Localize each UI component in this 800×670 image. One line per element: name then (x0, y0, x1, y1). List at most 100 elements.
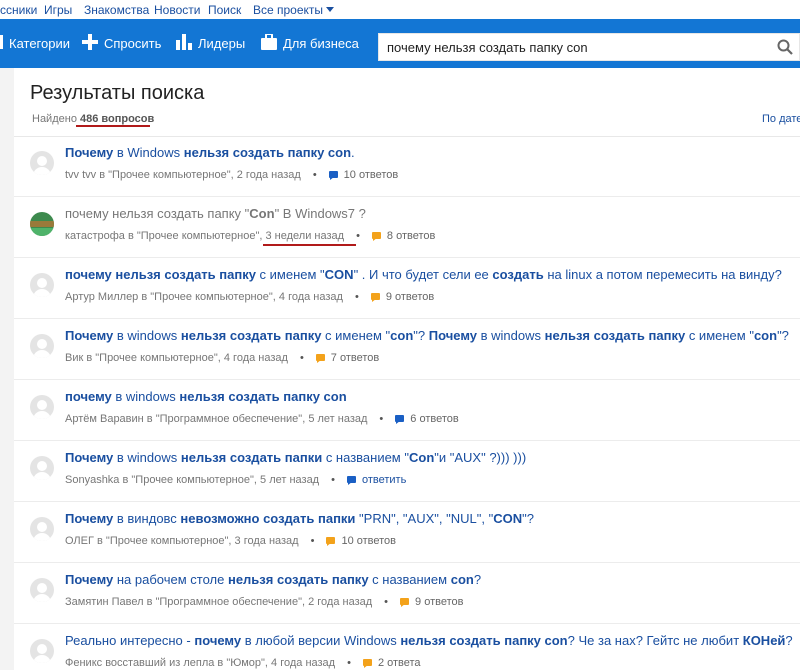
category-label[interactable]: в "Прочее компьютерное", (119, 474, 260, 486)
separator-dot: • (356, 230, 360, 242)
topnav-link-dating[interactable]: Знакомства (84, 3, 149, 17)
result-item: Почему в Windows нельзя создать папку co… (14, 137, 800, 197)
results-count: Найдено 486 вопросов (32, 113, 154, 125)
avatar[interactable] (30, 212, 54, 236)
topnav-link-games[interactable]: Игры (44, 3, 72, 17)
answers-count: 10 ответов (341, 535, 397, 547)
found-prefix: Найдено (32, 113, 77, 125)
question-link[interactable]: почему нельзя создать папку с именем "CO… (65, 267, 782, 282)
avatar[interactable] (30, 578, 54, 602)
question-text: на linux а потом перемесить на винду? (543, 267, 782, 282)
search-icon[interactable] (777, 39, 793, 55)
topnav-link-search[interactable]: Поиск (208, 3, 241, 17)
category-label[interactable]: в "Программное обеспечение", (144, 596, 309, 608)
business-button[interactable]: Для бизнеса (261, 19, 359, 68)
separator-dot: • (331, 474, 335, 486)
question-highlight: КОНей (742, 633, 786, 648)
author-name[interactable]: катастрофа (65, 230, 125, 242)
question-time: 2 года назад (308, 596, 373, 608)
category-label[interactable]: в "Прочее компьютерное", (96, 169, 237, 181)
question-link[interactable]: почему в windows нельзя создать папку co… (65, 389, 347, 404)
comment-bubble-icon (362, 658, 372, 668)
result-item: почему в windows нельзя создать папку co… (14, 381, 800, 441)
separator-dot: • (299, 352, 304, 364)
avatar[interactable] (30, 639, 54, 663)
question-text: "PRN", "AUX", "NUL", " (355, 511, 494, 526)
answers-count: 7 ответов (330, 352, 380, 364)
question-link[interactable]: Почему в виндовс невозможно создать папк… (65, 511, 534, 526)
author-name[interactable]: Sonyashka (65, 474, 119, 486)
ask-button[interactable]: Спросить (82, 19, 161, 68)
question-link[interactable]: почему нельзя создать папку "Con" В Wind… (65, 206, 366, 221)
answers-count: 10 ответов (343, 169, 399, 181)
question-link[interactable]: Почему в Windows нельзя создать папку co… (65, 145, 355, 160)
answers-count: 9 ответов (415, 596, 464, 608)
author-name[interactable]: tvv tvv (65, 169, 96, 181)
author-name[interactable]: ОЛЕГ (65, 535, 94, 547)
question-highlight: Con (249, 206, 275, 221)
search-box (378, 33, 800, 61)
separator-dot: • (379, 413, 384, 425)
author-name[interactable]: Артём Варавин (65, 413, 144, 425)
question-highlight: нельзя создать папку con (183, 145, 352, 160)
category-label[interactable]: в "Программное обеспечение", (144, 413, 309, 425)
question-highlight: невозможно создать папки (180, 511, 356, 526)
topnav-link-classmates[interactable]: ссники (0, 3, 37, 17)
separator-dot: • (312, 169, 317, 181)
avatar[interactable] (30, 517, 54, 541)
answers-count: 8 ответов (386, 230, 436, 242)
answers-count: 9 ответов (385, 291, 435, 303)
avatar[interactable] (30, 334, 54, 358)
separator-dot: • (354, 291, 359, 303)
question-text: с названием " (322, 450, 409, 465)
category-label[interactable]: в "Юмор", (214, 657, 271, 669)
question-text: с именем " (255, 267, 325, 282)
question-link[interactable]: Почему в windows нельзя создать папки с … (65, 450, 526, 465)
author-name[interactable]: Артур Миллер (65, 291, 138, 303)
category-label[interactable]: в "Прочее компьютерное", (138, 291, 279, 303)
question-highlight: Почему (428, 328, 478, 343)
question-highlight: con (450, 572, 474, 587)
leaders-button[interactable]: Лидеры (176, 19, 245, 68)
topnav-link-news[interactable]: Новости (154, 3, 200, 17)
question-link[interactable]: Почему в windows нельзя создать папку с … (65, 328, 789, 343)
question-text: ? (785, 633, 793, 648)
result-item: Реально интересно - почему в любой верси… (14, 625, 800, 670)
sort-by-date-link[interactable]: По дате (762, 113, 800, 125)
question-text: почему нельзя создать папку (65, 206, 242, 221)
question-time: 5 лет назад (260, 474, 320, 486)
question-highlight: нельзя создать папку con (400, 633, 568, 648)
question-meta: Вик в "Прочее компьютерное", 4 года наза… (65, 352, 379, 364)
avatar[interactable] (30, 273, 54, 297)
answer-link[interactable]: ответить (362, 474, 406, 486)
question-time: 3 года назад (234, 535, 299, 547)
comment-bubble-icon (328, 170, 338, 180)
category-label[interactable]: в "Прочее компьютерное", (83, 352, 224, 364)
question-text: в Windows (113, 145, 184, 160)
question-link[interactable]: Почему на рабочем столе нельзя создать п… (65, 572, 481, 587)
category-label[interactable]: в "Прочее компьютерное", (94, 535, 235, 547)
author-name[interactable]: Замятин Павел (65, 596, 144, 608)
question-meta: Артём Варавин в "Программное обеспечение… (65, 413, 459, 425)
author-name[interactable]: Феникс восставший из лепла (65, 657, 214, 669)
avatar[interactable] (30, 395, 54, 419)
question-meta: Артур Миллер в "Прочее компьютерное", 4 … (65, 291, 434, 303)
question-highlight: почему (194, 633, 242, 648)
plus-icon (82, 34, 98, 53)
avatar[interactable] (30, 456, 54, 480)
avatar[interactable] (30, 151, 54, 175)
categories-button[interactable]: Категории (0, 19, 70, 68)
question-link[interactable]: Реально интересно - почему в любой верси… (65, 633, 793, 648)
question-meta: ОЛЕГ в "Прочее компьютерное", 3 года наз… (65, 535, 396, 547)
question-highlight: Почему (65, 572, 114, 587)
question-highlight: нельзя создать папки (180, 450, 323, 465)
question-meta: Замятин Павел в "Программное обеспечение… (65, 596, 463, 608)
category-label[interactable]: в "Прочее компьютерное", (125, 230, 266, 242)
question-text: в любой версии Windows (241, 633, 401, 648)
topnav-all-projects[interactable]: Все проекты (253, 3, 335, 17)
search-input[interactable] (387, 38, 767, 56)
comment-bubble-icon (326, 536, 336, 546)
portal-topnav: ссники Игры Знакомства Новости Поиск Все… (0, 0, 800, 19)
author-name[interactable]: Вик (65, 352, 83, 364)
leaders-label: Лидеры (198, 36, 246, 51)
